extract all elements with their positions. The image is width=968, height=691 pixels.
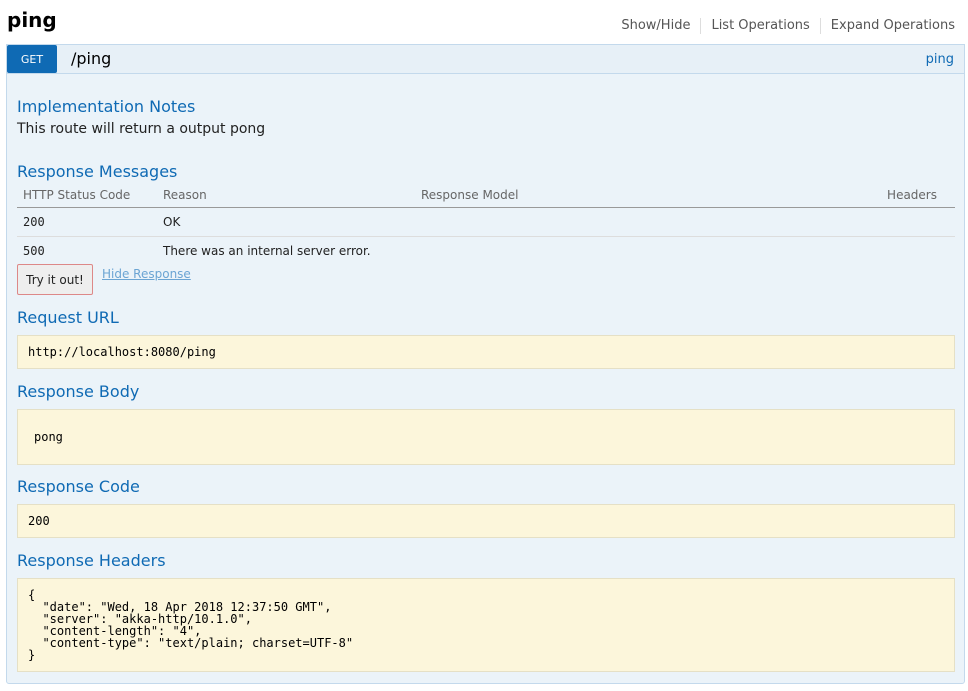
operation-panel: GET /ping ping Implementation Notes This… (6, 44, 965, 684)
http-method-badge[interactable]: GET (7, 45, 57, 73)
column-header-reason: Reason (157, 184, 415, 208)
resource-title[interactable]: ping (7, 8, 57, 32)
implementation-notes-heading: Implementation Notes (17, 97, 196, 116)
reason-cell: OK (157, 207, 955, 237)
response-headers-box: { "date": "Wed, 18 Apr 2018 12:37:50 GMT… (17, 578, 955, 672)
response-headers-value: { "date": "Wed, 18 Apr 2018 12:37:50 GMT… (28, 588, 354, 662)
column-header-response-model: Response Model (415, 184, 738, 208)
operation-tag-link[interactable]: ping (926, 52, 954, 67)
show-hide-link[interactable]: Show/Hide (621, 18, 702, 34)
request-url-heading: Request URL (17, 308, 119, 327)
table-header-row: HTTP Status Code Reason Response Model H… (17, 184, 955, 208)
response-body-value: pong (34, 430, 63, 444)
column-header-headers: Headers (737, 184, 955, 208)
response-messages-table: HTTP Status Code Reason Response Model H… (17, 184, 955, 265)
list-operations-link[interactable]: List Operations (701, 18, 821, 34)
table-row: 500 There was an internal server error. (17, 236, 955, 265)
status-code-cell: 200 (17, 207, 157, 237)
resource-header: ping Show/Hide List Operations Expand Op… (0, 0, 968, 44)
table-row: 200 OK (17, 207, 955, 237)
operation-heading[interactable]: GET /ping ping (7, 45, 964, 74)
response-code-heading: Response Code (17, 477, 140, 496)
request-url-box: http://localhost:8080/ping (17, 335, 955, 369)
response-body-box: pong (17, 409, 955, 465)
implementation-notes-text: This route will return a output pong (17, 121, 266, 137)
expand-operations-link[interactable]: Expand Operations (821, 18, 955, 34)
request-url-value: http://localhost:8080/ping (28, 345, 216, 359)
operation-path[interactable]: /ping (71, 49, 111, 68)
response-headers-heading: Response Headers (17, 551, 166, 570)
response-messages-heading: Response Messages (17, 162, 178, 181)
response-code-value: 200 (28, 514, 50, 528)
hide-response-link[interactable]: Hide Response (102, 267, 191, 281)
column-header-status-code: HTTP Status Code (17, 184, 157, 208)
status-code-cell: 500 (23, 243, 45, 258)
resource-links: Show/Hide List Operations Expand Operati… (621, 18, 955, 34)
try-it-out-button[interactable]: Try it out! (17, 264, 93, 295)
reason-cell: There was an internal server error. (163, 243, 371, 258)
response-code-box: 200 (17, 504, 955, 538)
response-body-heading: Response Body (17, 382, 140, 401)
